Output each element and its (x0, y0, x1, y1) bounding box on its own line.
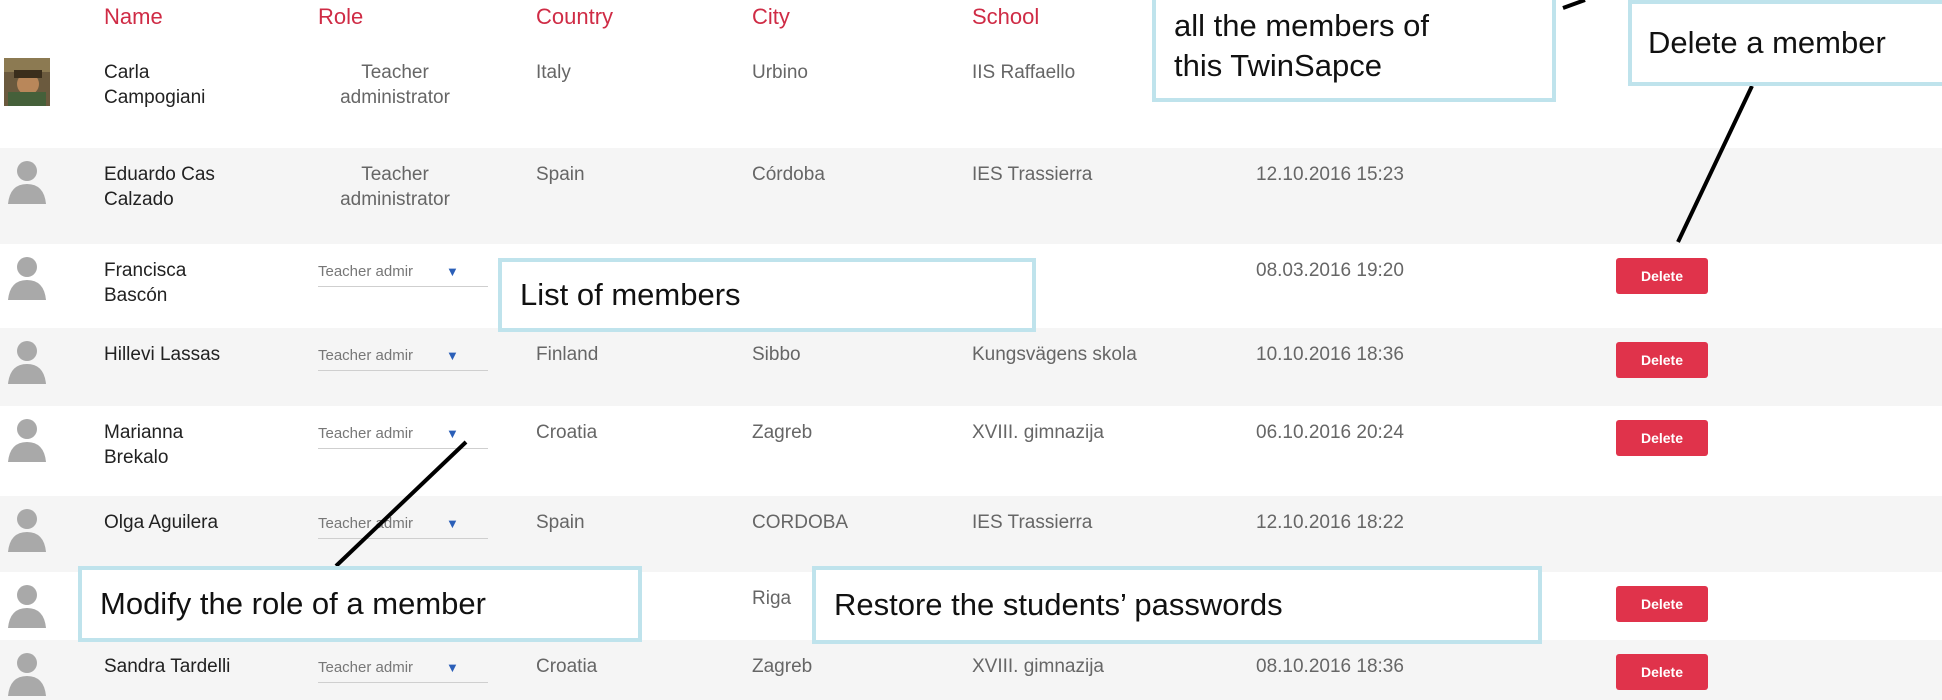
callout-restore-passwords: Restore the students’ passwords (812, 566, 1542, 644)
connector-line-delete (1676, 85, 1754, 243)
callout-modify-role: Modify the role of a member (78, 566, 642, 642)
callout-delete-member: Delete a member (1628, 0, 1942, 86)
connector-line-top (1562, 0, 1586, 10)
callout-list-of-members: List of members (498, 258, 1036, 332)
callout-all-members: all the members of this TwinSapce (1152, 0, 1556, 102)
connector-line-role (334, 440, 468, 568)
